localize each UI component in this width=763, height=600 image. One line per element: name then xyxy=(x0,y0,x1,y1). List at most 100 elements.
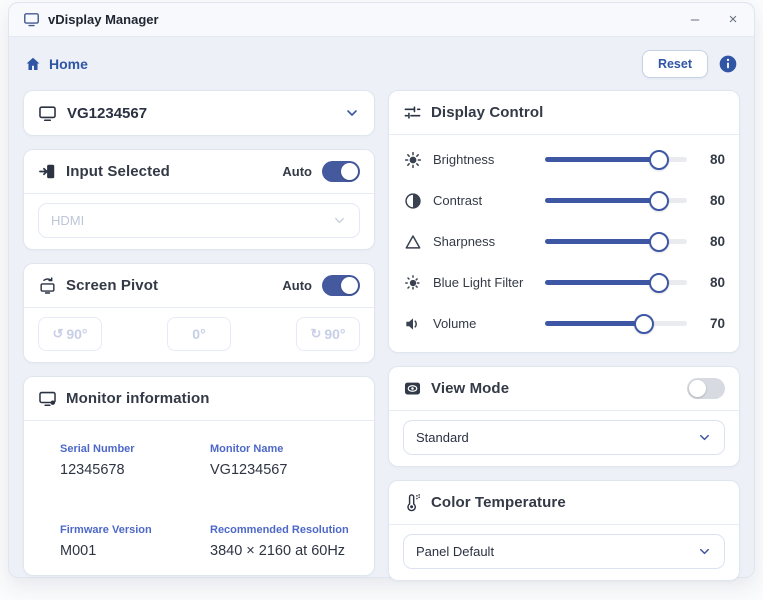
monitor-icon xyxy=(23,11,40,28)
slider-thumb[interactable] xyxy=(649,150,669,170)
pivot-cw-90-button[interactable]: ↻ 90° xyxy=(296,317,360,351)
recommended-resolution-field: Recommended Resolution 3840 × 2160 at 60… xyxy=(210,524,360,559)
brightness-icon xyxy=(403,150,423,170)
field-label: Serial Number xyxy=(60,443,210,455)
view-mode-select[interactable]: Standard xyxy=(403,420,725,455)
close-button[interactable]: × xyxy=(726,12,740,27)
field-value: M001 xyxy=(60,543,210,559)
pivot-button-label: 0° xyxy=(192,326,205,342)
slider-value: 80 xyxy=(699,193,725,208)
firmware-version-field: Firmware Version M001 xyxy=(60,524,210,559)
slider-thumb[interactable] xyxy=(649,273,669,293)
blue-light-icon xyxy=(403,273,423,293)
sliders-icon xyxy=(403,103,422,122)
info-icon[interactable] xyxy=(718,54,738,74)
field-label: Recommended Resolution xyxy=(210,524,360,536)
contrast-row: Contrast 80 xyxy=(403,180,725,221)
slider-thumb[interactable] xyxy=(649,232,669,252)
title-bar: vDisplay Manager – × xyxy=(9,3,754,37)
home-breadcrumb[interactable]: Home xyxy=(25,56,88,72)
auto-label: Auto xyxy=(282,164,312,179)
view-mode-card: View Mode Standard xyxy=(388,366,740,467)
reset-button[interactable]: Reset xyxy=(642,50,708,78)
card-title: Input Selected xyxy=(66,163,170,180)
slider-label: Blue Light Filter xyxy=(433,275,543,290)
blue-light-filter-slider[interactable] xyxy=(545,273,687,293)
view-mode-icon xyxy=(403,379,422,398)
input-source-select[interactable]: HDMI xyxy=(38,203,360,238)
input-source-value: HDMI xyxy=(51,213,84,228)
app-title: vDisplay Manager xyxy=(48,12,159,27)
monitor-info-icon xyxy=(38,389,57,408)
app-window: vDisplay Manager – × Home Reset xyxy=(8,2,755,578)
right-column: Display Control Brightness 80 xyxy=(388,90,740,564)
sharpness-row: Sharpness 80 xyxy=(403,221,725,262)
serial-number-field: Serial Number 12345678 xyxy=(60,443,210,478)
rotate-cw-icon: ↻ xyxy=(310,326,321,342)
volume-icon xyxy=(403,314,423,334)
pivot-button-label: 90° xyxy=(324,326,345,342)
brightness-row: Brightness 80 xyxy=(403,139,725,180)
volume-row: Volume 70 xyxy=(403,303,725,344)
slider-value: 80 xyxy=(699,234,725,249)
pivot-auto-toggle[interactable] xyxy=(322,275,360,296)
selected-monitor-name: VG1234567 xyxy=(67,105,147,122)
card-title: Screen Pivot xyxy=(66,277,158,294)
content-area: Home Reset VG1234567 xyxy=(9,37,754,577)
volume-slider[interactable] xyxy=(545,314,687,334)
sharpness-slider[interactable] xyxy=(545,232,687,252)
home-label: Home xyxy=(49,56,88,72)
contrast-slider[interactable] xyxy=(545,191,687,211)
pivot-0-button[interactable]: 0° xyxy=(167,317,231,351)
chevron-down-icon xyxy=(344,105,360,121)
color-temperature-select[interactable]: Panel Default xyxy=(403,534,725,569)
blue-light-filter-row: Blue Light Filter 80 xyxy=(403,262,725,303)
field-label: Firmware Version xyxy=(60,524,210,536)
auto-label: Auto xyxy=(282,278,312,293)
monitor-icon xyxy=(38,104,57,123)
slider-value: 70 xyxy=(699,316,725,331)
slider-label: Volume xyxy=(433,316,543,331)
color-temperature-card: Color Temperature Panel Default xyxy=(388,480,740,581)
left-column: VG1234567 Input Selected Auto xyxy=(23,90,375,564)
chevron-down-icon xyxy=(332,213,347,228)
input-auto-toggle[interactable] xyxy=(322,161,360,182)
thermometer-icon xyxy=(403,493,422,512)
field-value: 3840 × 2160 at 60Hz xyxy=(210,543,360,559)
pivot-button-label: 90° xyxy=(66,326,87,342)
slider-thumb[interactable] xyxy=(649,191,669,211)
sharpness-icon xyxy=(403,232,423,252)
card-title: Color Temperature xyxy=(431,494,566,511)
view-mode-value: Standard xyxy=(416,430,469,445)
screen-pivot-icon xyxy=(38,276,57,295)
slider-value: 80 xyxy=(699,152,725,167)
card-title: Monitor information xyxy=(66,390,210,407)
input-selected-card: Input Selected Auto HDMI xyxy=(23,149,375,250)
field-value: 12345678 xyxy=(60,462,210,478)
chevron-down-icon xyxy=(697,430,712,445)
card-title: Display Control xyxy=(431,104,543,121)
brightness-slider[interactable] xyxy=(545,150,687,170)
color-temperature-value: Panel Default xyxy=(416,544,494,559)
contrast-icon xyxy=(403,191,423,211)
rotate-ccw-icon: ↺ xyxy=(52,326,63,342)
field-value: VG1234567 xyxy=(210,462,360,478)
minimize-button[interactable]: – xyxy=(688,12,702,27)
slider-value: 80 xyxy=(699,275,725,290)
slider-label: Contrast xyxy=(433,193,543,208)
monitor-selector[interactable]: VG1234567 xyxy=(23,90,375,136)
input-source-icon xyxy=(38,162,57,181)
slider-thumb[interactable] xyxy=(634,314,654,334)
monitor-name-field: Monitor Name VG1234567 xyxy=(210,443,360,478)
display-control-card: Display Control Brightness 80 xyxy=(388,90,740,353)
chevron-down-icon xyxy=(697,544,712,559)
slider-label: Brightness xyxy=(433,152,543,167)
screen-pivot-card: Screen Pivot Auto ↺ 90° 0° xyxy=(23,263,375,363)
slider-label: Sharpness xyxy=(433,234,543,249)
field-label: Monitor Name xyxy=(210,443,360,455)
pivot-ccw-90-button[interactable]: ↺ 90° xyxy=(38,317,102,351)
home-icon xyxy=(25,56,41,72)
view-mode-toggle[interactable] xyxy=(687,378,725,399)
card-title: View Mode xyxy=(431,380,509,397)
toolbar: Home Reset xyxy=(25,50,738,78)
